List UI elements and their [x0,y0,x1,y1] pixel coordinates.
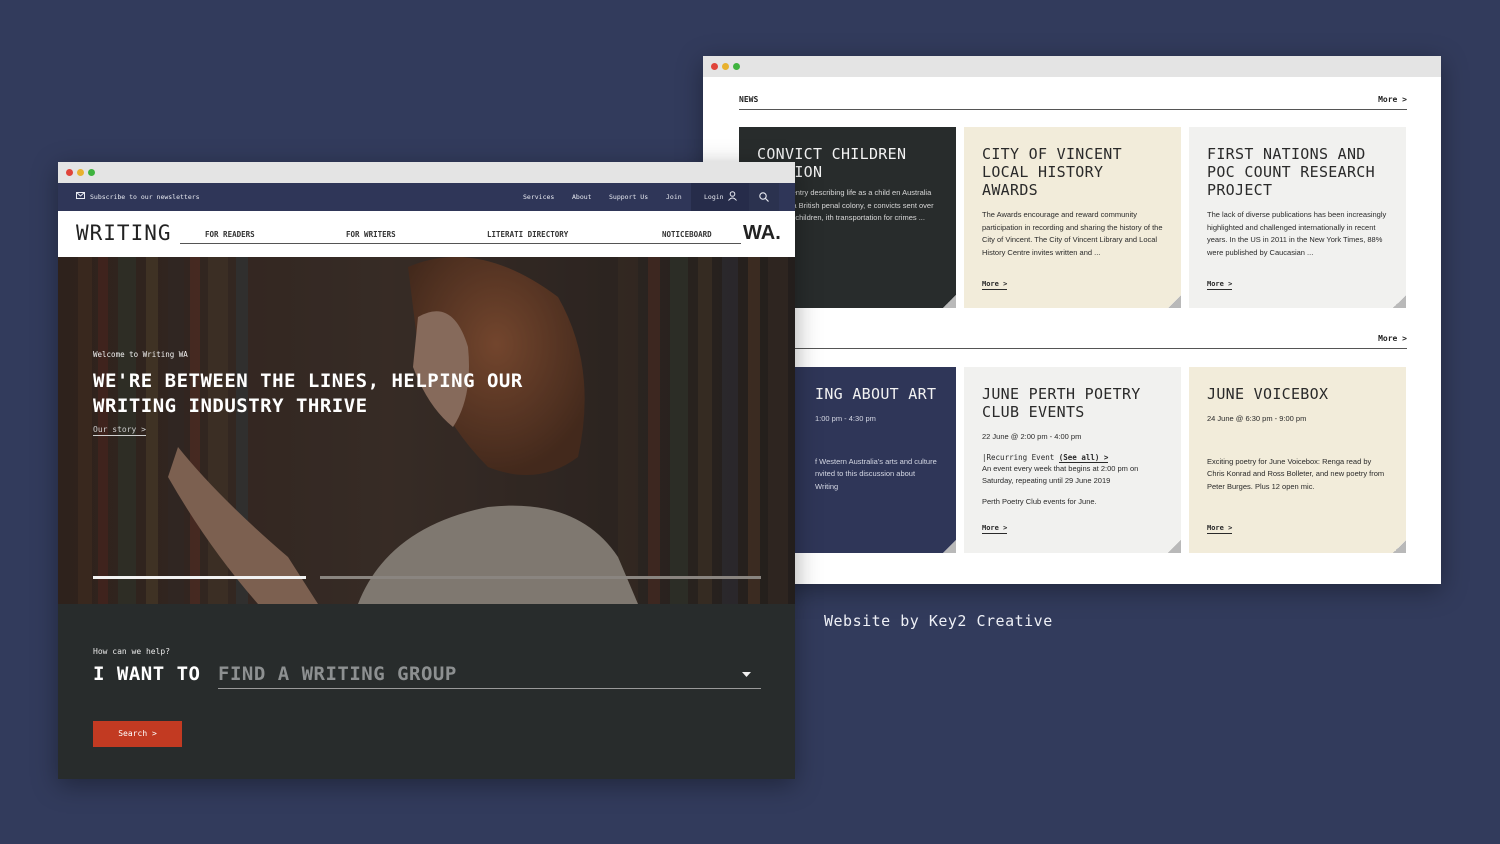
page-fold-icon [943,295,956,308]
card-date: 1:00 pm - 4:30 pm [815,414,876,423]
topbar-link-services[interactable]: Services [523,193,554,201]
help-prefix: I WANT TO [93,663,201,685]
card-more-link[interactable]: More > [1207,280,1233,290]
slider-indicator[interactable] [320,576,761,579]
card-body: The Awards encourage and reward communit… [982,210,1163,257]
maximize-dot-icon[interactable] [733,63,740,70]
topbar-link-support[interactable]: Support Us [609,193,648,201]
card-more-link[interactable]: More > [982,280,1008,290]
window-chrome [703,56,1441,77]
logo-wa[interactable]: WA. [743,222,781,245]
window-chrome [58,162,795,183]
card-date: 24 June @ 6:30 pm - 9:00 pm [1207,414,1307,423]
card-title: CITY OF VINCENT LOCAL HISTORY AWARDS [982,145,1122,199]
see-all-link[interactable]: (See all) > [1058,452,1109,463]
chevron-down-icon [742,672,751,677]
mail-icon [76,192,85,199]
utility-bar: Subscribe to our newsletters Services Ab… [58,183,795,211]
maximize-dot-icon[interactable] [88,169,95,176]
page-fold-icon [1393,540,1406,553]
subscribe-link[interactable]: Subscribe to our newsletters [90,193,200,201]
recurring-label: |Recurring Event [982,452,1055,462]
news-window: NEWS More > CONVICT CHILDREN ETITION rna… [703,56,1441,584]
home-window: Subscribe to our newsletters Services Ab… [58,162,795,779]
close-dot-icon[interactable] [711,63,718,70]
our-story-link[interactable]: Our story > [93,425,146,436]
hero-eyebrow: Welcome to Writing WA [93,350,188,359]
page-fold-icon [1168,295,1181,308]
logo-writing[interactable]: WRITING [76,221,172,245]
page-fold-icon [1168,540,1181,553]
nav-item-readers[interactable]: FOR READERS [205,230,255,239]
news-card-first-nations[interactable]: FIRST NATIONS AND POC COUNT RESEARCH PRO… [1189,127,1406,308]
hero-headline-line-1: WE'RE BETWEEN THE LINES, HELPING OUR [93,370,523,392]
search-icon [759,192,769,202]
events-more-link[interactable]: More > [1378,334,1407,343]
card-body: rnal entry describing life as a child en… [777,188,934,222]
card-body: Exciting poetry for June Voicebox: Renga… [1207,456,1385,491]
card-body: f Western Australia's arts and culture n… [815,456,937,491]
main-nav: WRITING FOR READERS FOR WRITERS LITERATI… [58,211,795,257]
recurring-row: |Recurring Event (See all) > [982,452,1163,463]
credit-text: Website by Key2 Creative [824,612,1053,630]
event-card-voicebox[interactable]: JUNE VOICEBOX 24 June @ 6:30 pm - 9:00 p… [1189,367,1406,553]
user-icon [728,191,737,201]
news-section-header: NEWS More > [739,95,1407,110]
card-more-link[interactable]: More > [1207,524,1233,534]
nav-underline [180,243,741,244]
help-panel: How can we help? I WANT TO FIND A WRITIN… [58,604,795,779]
slider-indicator-active[interactable] [93,576,306,579]
news-card-vincent[interactable]: CITY OF VINCENT LOCAL HISTORY AWARDS The… [964,127,1181,308]
card-body-2: Perth Poetry Club events for June. [982,496,1097,506]
minimize-dot-icon[interactable] [77,169,84,176]
help-question: How can we help? [93,647,171,656]
card-body: An event every week that begins at 2:00 … [982,463,1139,486]
minimize-dot-icon[interactable] [722,63,729,70]
card-date: 22 June @ 2:00 pm - 4:00 pm [982,432,1082,441]
nav-item-noticeboard[interactable]: NOTICEBOARD [662,230,712,239]
hero-headline-line-2: WRITING INDUSTRY THRIVE [93,395,368,417]
search-toggle-button[interactable] [749,183,779,211]
intent-selected-value: FIND A WRITING GROUP [218,663,457,685]
topbar-link-about[interactable]: About [572,193,592,201]
card-title: ING ABOUT ART [815,385,937,403]
page-fold-icon [943,540,956,553]
search-button[interactable]: Search > [93,721,182,747]
card-title: JUNE VOICEBOX [1207,385,1329,403]
card-title: JUNE PERTH POETRY CLUB EVENTS [982,385,1141,421]
topbar-link-join[interactable]: Join [666,193,682,201]
card-more-link[interactable]: More > [982,524,1008,534]
login-button[interactable]: Login [691,183,749,211]
nav-item-directory[interactable]: LITERATI DIRECTORY [487,230,568,239]
hero-photo [58,257,795,604]
hero-headline: WE'RE BETWEEN THE LINES, HELPING OUR WRI… [93,369,523,419]
news-heading: NEWS [739,95,759,104]
news-more-link[interactable]: More > [1378,95,1407,104]
card-body: The lack of diverse publications has bee… [1207,210,1387,257]
hero-banner: Welcome to Writing WA WE'RE BETWEEN THE … [58,257,795,604]
page-fold-icon [1393,295,1406,308]
events-section-header: More > [793,334,1407,349]
event-card-perth-poetry[interactable]: JUNE PERTH POETRY CLUB EVENTS 22 June @ … [964,367,1181,553]
close-dot-icon[interactable] [66,169,73,176]
login-label: Login [704,193,724,201]
card-title: FIRST NATIONS AND POC COUNT RESEARCH PRO… [1207,145,1375,199]
intent-select[interactable]: FIND A WRITING GROUP [218,661,761,689]
nav-item-writers[interactable]: FOR WRITERS [346,230,396,239]
